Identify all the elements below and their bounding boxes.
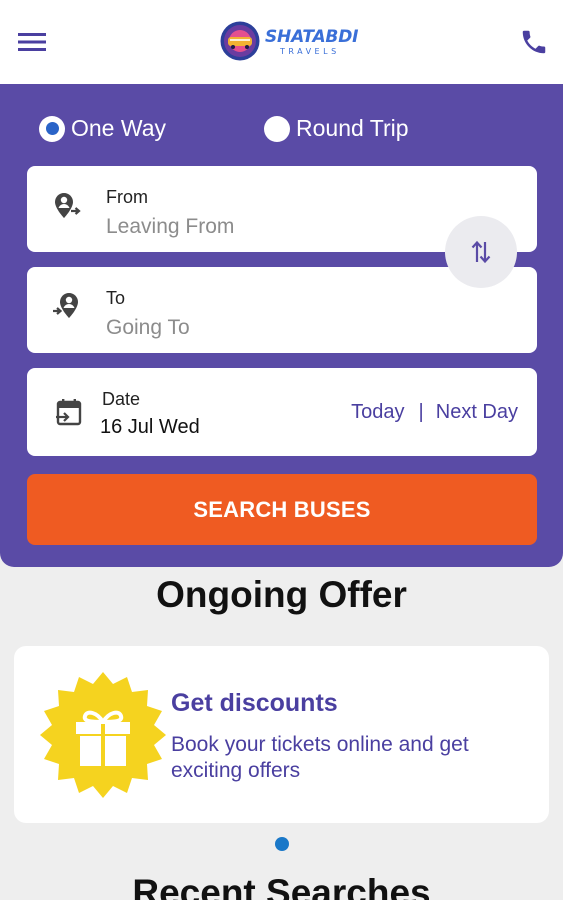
calendar-icon [53, 396, 85, 428]
radio-round-trip-label: Round Trip [296, 115, 409, 141]
date-label: Date [102, 389, 141, 409]
hamburger-menu-icon[interactable] [14, 26, 50, 58]
app-bar: SHATABDI TRAVELS [0, 0, 563, 84]
gift-icon [40, 672, 166, 798]
radio-round-trip[interactable]: Round Trip [264, 115, 409, 142]
next-day-link[interactable]: Next Day [436, 401, 518, 424]
search-panel: One Way Round Trip From Leaving From To … [0, 84, 563, 567]
date-field[interactable]: Date 16 Jul Wed Today | Next Day [27, 368, 537, 456]
logo-subtext: TRAVELS [280, 47, 340, 56]
offer-card[interactable]: Get discounts Book your tickets online a… [14, 646, 549, 823]
radio-one-way-label: One Way [71, 115, 167, 141]
swap-vertical-icon[interactable] [445, 216, 517, 288]
date-value[interactable]: 16 Jul Wed [100, 416, 200, 439]
date-separator: | [418, 401, 424, 423]
carousel-indicator [275, 837, 289, 851]
logo-badge-icon [220, 21, 260, 61]
phone-icon[interactable] [514, 24, 554, 60]
to-label: To [106, 288, 126, 308]
location-out-icon [51, 190, 83, 222]
offer-description: Book your tickets online and get excitin… [171, 733, 469, 782]
recent-searches-title: Recent Searches [132, 872, 431, 900]
search-buses-button[interactable]: SEARCH BUSES [27, 474, 537, 545]
radio-selected-icon [39, 115, 65, 142]
brand-logo: SHATABDI TRAVELS [218, 20, 358, 64]
to-placeholder[interactable]: Going To [106, 316, 190, 340]
date-quick-links: Today | Next Day [351, 401, 518, 424]
today-link[interactable]: Today [351, 401, 404, 424]
offer-heading: Get discounts [171, 689, 338, 717]
radio-unselected-icon [264, 115, 290, 142]
location-in-icon [51, 290, 83, 322]
logo-text: SHATABDI [265, 27, 359, 47]
from-placeholder[interactable]: Leaving From [106, 215, 234, 239]
ongoing-offer-title: Ongoing Offer [156, 574, 407, 615]
radio-one-way[interactable]: One Way [39, 115, 166, 142]
from-label: From [106, 187, 148, 207]
